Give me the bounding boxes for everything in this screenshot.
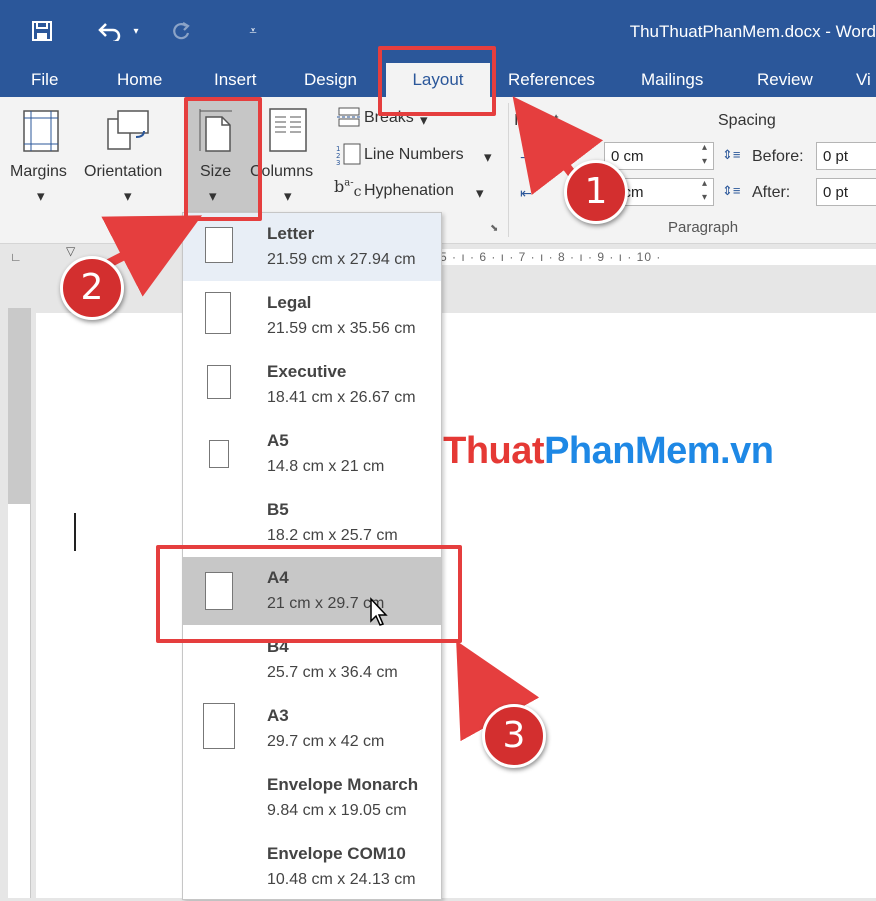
step-3-badge: 3 [482, 704, 546, 768]
step-1-badge: 1 [564, 160, 628, 224]
step-2-badge: 2 [60, 256, 124, 320]
callout-arrows [93, 96, 604, 742]
